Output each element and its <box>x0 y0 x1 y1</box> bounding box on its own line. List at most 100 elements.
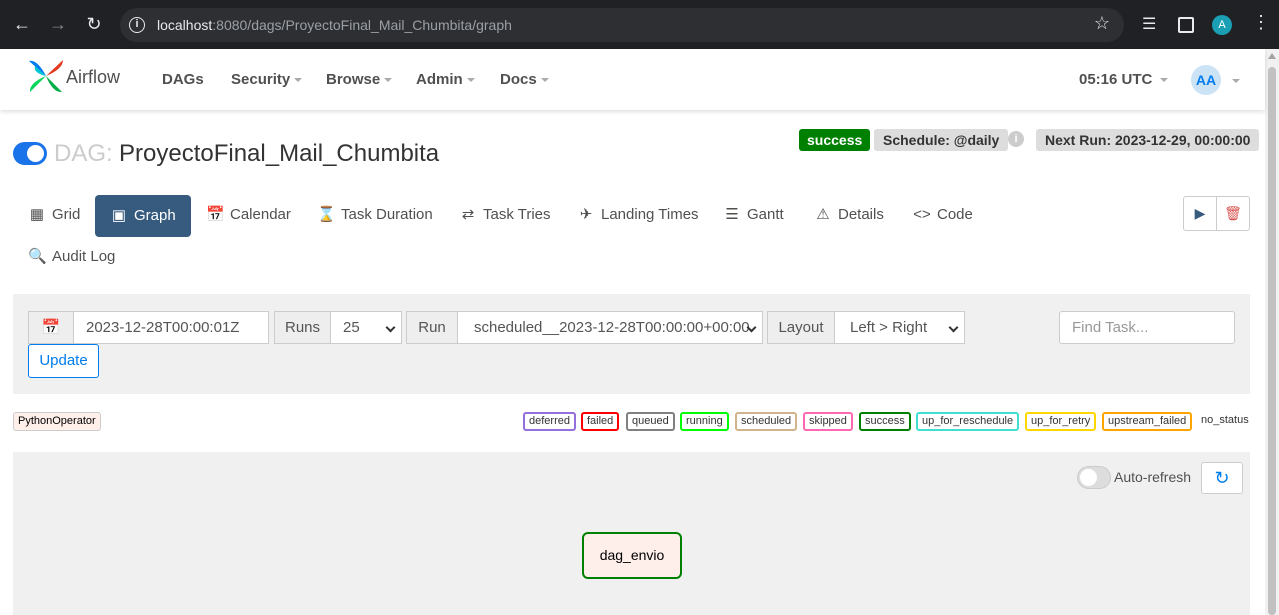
tab-task-duration[interactable]: ⌛ Task Duration <box>317 194 433 236</box>
scroll-up-icon[interactable] <box>1268 53 1276 59</box>
base-date-input[interactable]: 2023-12-28T00:00:01Z <box>73 311 269 344</box>
tab-label: Task Duration <box>341 206 433 223</box>
legend-success[interactable]: success <box>859 412 911 431</box>
runs-select[interactable]: 25 <box>330 311 402 344</box>
menu-admin[interactable]: Admin <box>416 71 475 88</box>
scrollbar-thumb[interactable] <box>1268 67 1276 615</box>
url-text[interactable]: localhost:8080/dags/ProyectoFinal_Mail_C… <box>157 17 512 33</box>
page-scrollbar[interactable] <box>1265 49 1279 615</box>
chevron-down-icon <box>1160 78 1169 83</box>
find-task-input[interactable]: Find Task... <box>1059 311 1235 344</box>
chevron-down-icon <box>384 78 393 83</box>
tab-label: Code <box>937 206 973 223</box>
chevron-down-icon <box>466 78 475 83</box>
tab-label: Audit Log <box>52 248 116 265</box>
tab-label: Gantt <box>747 206 784 223</box>
chevron-down-icon <box>540 78 549 83</box>
url-path: :8080/dags/ProyectoFinal_Mail_Chumbita/g… <box>212 17 512 33</box>
info-icon[interactable]: i <box>1008 131 1024 147</box>
site-info-icon[interactable]: i <box>129 17 145 33</box>
layout-select[interactable]: Left > Right <box>834 311 965 344</box>
legend-no-status[interactable]: no_status <box>1201 414 1249 426</box>
play-icon: ▶ <box>1194 205 1206 221</box>
legend-up-for-retry[interactable]: up_for_retry <box>1025 412 1097 431</box>
toggle-knob <box>27 145 44 162</box>
airflow-logo-icon[interactable] <box>27 57 65 95</box>
tab-landing-times[interactable]: ✈ Landing Times <box>577 194 699 236</box>
legend-running[interactable]: running <box>680 412 729 431</box>
browser-toolbar: ← → ↻ i localhost:8080/dags/ProyectoFina… <box>0 0 1279 49</box>
back-icon[interactable]: ← <box>10 12 34 36</box>
hourglass-icon: ⌛ <box>317 206 336 223</box>
media-icon[interactable]: ☰ <box>1142 14 1156 34</box>
layout-select-value: Left > Right <box>850 319 928 336</box>
layout-label: Layout <box>767 311 835 344</box>
profile-avatar[interactable]: A <box>1212 15 1232 35</box>
airflow-navbar: Airflow DAGs Security Browse Admin Docs … <box>0 49 1265 110</box>
tab-graph[interactable]: ▣ Graph <box>95 195 191 237</box>
menu-browse[interactable]: Browse <box>326 71 393 88</box>
task-node[interactable]: dag_envio <box>582 532 682 579</box>
refresh-button[interactable]: ↻ <box>1201 462 1243 494</box>
tab-calendar[interactable]: 📅 Calendar <box>206 194 291 236</box>
menu-security-label: Security <box>231 71 291 88</box>
legend-deferred[interactable]: deferred <box>523 412 576 431</box>
forward-icon[interactable]: → <box>46 12 70 36</box>
trigger-dag-button[interactable]: ▶ <box>1183 196 1217 231</box>
legend-queued[interactable]: queued <box>626 412 675 431</box>
tab-label: Calendar <box>230 206 291 223</box>
tab-audit-log[interactable]: 🔍 Audit Log <box>28 236 115 278</box>
code-icon: <> <box>913 206 931 223</box>
brand-name[interactable]: Airflow <box>66 67 120 88</box>
legend-upstream-failed[interactable]: upstream_failed <box>1102 412 1193 431</box>
url-host: localhost <box>157 17 213 33</box>
menu-docs[interactable]: Docs <box>500 71 549 88</box>
update-button[interactable]: Update <box>28 344 99 378</box>
run-select-value: scheduled__2023-12-28T00:00:00+00:00 <box>474 319 750 336</box>
browser-menu-icon[interactable]: ⋮ <box>1252 12 1270 33</box>
auto-refresh-label: Auto-refresh <box>1114 469 1192 485</box>
tab-code[interactable]: <> Code <box>913 194 973 236</box>
operator-legend-python[interactable]: PythonOperator <box>13 412 101 431</box>
runs-select-value: 25 <box>343 319 360 336</box>
tab-gantt[interactable]: ☰ Gantt <box>723 194 784 236</box>
tab-details[interactable]: ⚠ Details <box>814 194 884 236</box>
menu-dags[interactable]: DAGs <box>162 71 204 88</box>
legend-scheduled[interactable]: scheduled <box>735 412 798 431</box>
auto-refresh-toggle[interactable] <box>1077 466 1111 489</box>
legend-skipped[interactable]: skipped <box>803 412 853 431</box>
refresh-icon: ↻ <box>1214 468 1230 488</box>
tab-task-tries[interactable]: ⇄ Task Tries <box>459 194 551 236</box>
tab-grid[interactable]: ▦ Grid <box>28 194 80 236</box>
date-picker-button[interactable]: 📅 <box>28 311 74 344</box>
delete-dag-button[interactable]: 🗑 <box>1216 196 1250 231</box>
grid-icon: ▦ <box>29 206 45 223</box>
run-label: Run <box>406 311 458 344</box>
dag-pause-toggle[interactable] <box>13 142 47 165</box>
chevron-down-icon[interactable] <box>1232 79 1240 83</box>
tab-label: Graph <box>134 207 176 224</box>
legend-failed[interactable]: failed <box>581 412 620 431</box>
run-select[interactable]: scheduled__2023-12-28T00:00:00+00:00 <box>457 311 763 344</box>
clock-dropdown[interactable]: 05:16 UTC <box>1079 71 1169 88</box>
menu-security[interactable]: Security <box>231 71 303 88</box>
next-run-badge: Next Run: 2023-12-29, 00:00:00 <box>1036 129 1260 151</box>
menu-docs-label: Docs <box>500 71 537 88</box>
reload-icon[interactable]: ↻ <box>82 12 106 36</box>
trash-icon: 🗑 <box>1224 205 1242 221</box>
menu-dags-label: DAGs <box>162 71 204 88</box>
runs-label: Runs <box>274 311 331 344</box>
legend-up-for-reschedule[interactable]: up_for_reschedule <box>916 412 1020 431</box>
chevron-down-icon <box>948 322 959 333</box>
address-bar[interactable]: i localhost:8080/dags/ProyectoFinal_Mail… <box>120 8 1124 42</box>
clock-label: 05:16 UTC <box>1079 71 1153 88</box>
user-avatar[interactable]: AA <box>1191 65 1221 95</box>
side-panel-icon[interactable] <box>1178 17 1194 33</box>
tab-label: Grid <box>52 206 81 223</box>
status-badge[interactable]: success <box>799 129 871 151</box>
bookmark-star-icon[interactable]: ☆ <box>1094 13 1110 34</box>
landing-icon: ✈ <box>579 206 593 223</box>
audit-icon: 🔍 <box>28 248 47 265</box>
graph-filter-form <box>13 294 1250 394</box>
warning-icon: ⚠ <box>816 206 830 223</box>
